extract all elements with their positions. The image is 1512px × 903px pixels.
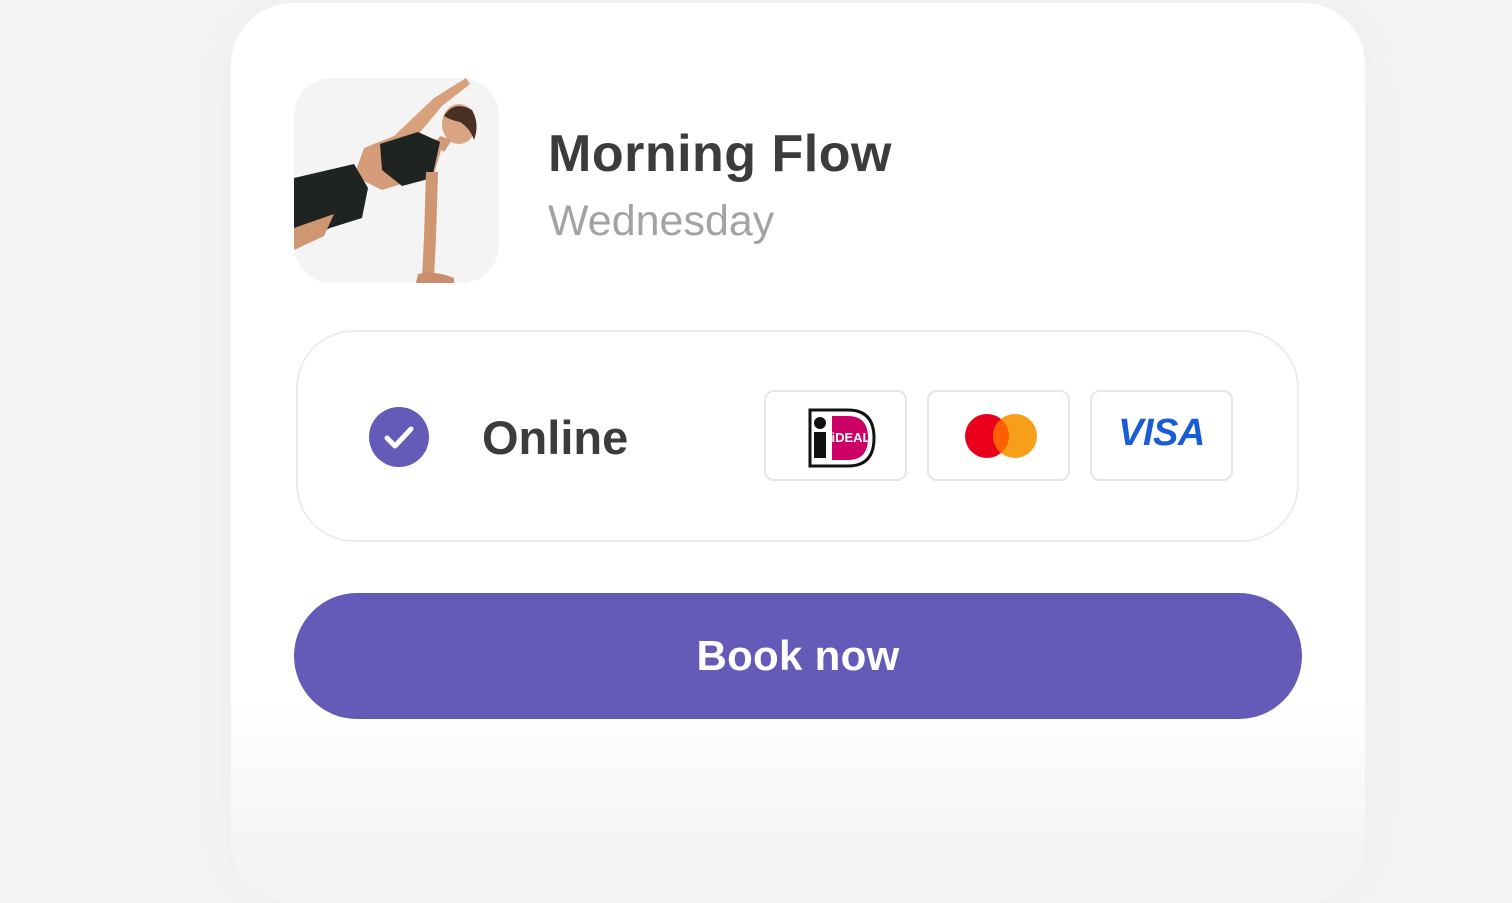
check-icon[interactable] xyxy=(369,407,429,467)
payment-method-label: Online xyxy=(482,411,629,464)
ideal-payment-badge: iDEAL xyxy=(764,390,907,481)
visa-payment-badge: VISA xyxy=(1090,390,1233,481)
mastercard-payment-badge xyxy=(927,390,1070,481)
ideal-logo-icon: iDEAL xyxy=(808,408,876,468)
mastercard-logo-icon xyxy=(965,414,1037,458)
svg-text:iDEAL: iDEAL xyxy=(832,430,871,445)
class-thumbnail xyxy=(294,78,499,283)
book-now-button[interactable]: Book now xyxy=(294,593,1302,719)
class-title: Morning Flow xyxy=(548,125,892,183)
yoga-photo xyxy=(294,78,477,283)
visa-logo-icon: VISA xyxy=(1118,412,1205,454)
class-day: Wednesday xyxy=(548,197,775,245)
